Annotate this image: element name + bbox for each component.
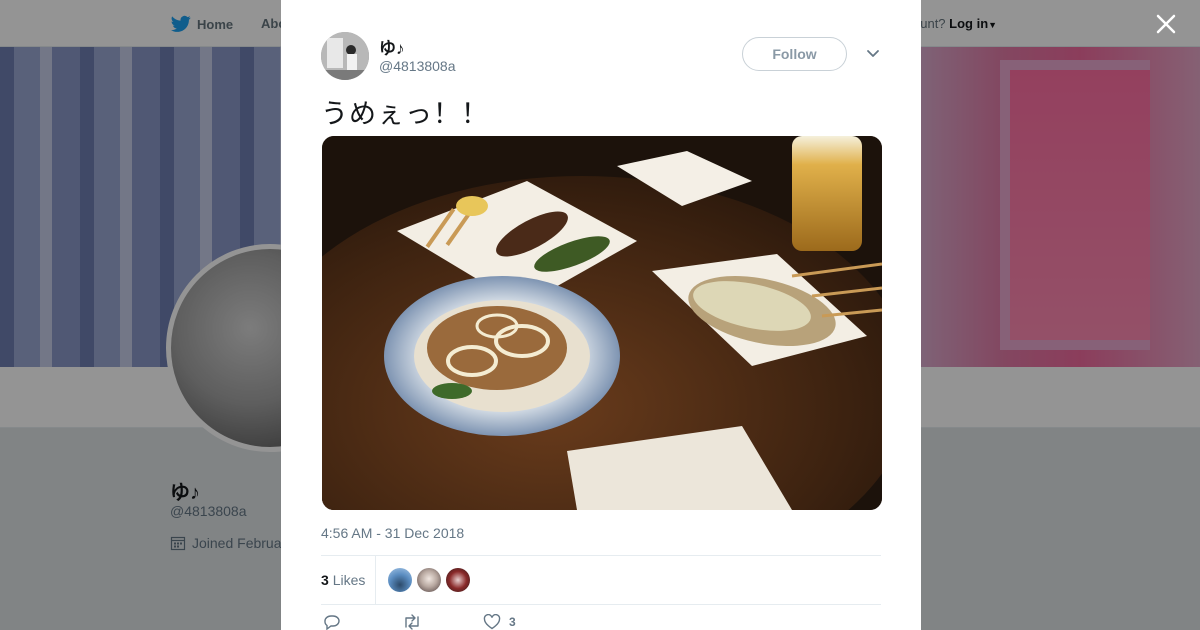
liker-avatar[interactable] [446,568,470,592]
tweet-text: うめぇっ！！ [321,99,489,129]
tweet-modal: ゆ♪ @4813808a Follow うめぇっ！！ 4:56 AM - 31 … [281,0,921,630]
likes-label: Likes [332,572,366,588]
author-handle[interactable]: @4813808a [379,58,456,74]
tweet-photo[interactable] [322,136,882,510]
food-photo-illustration [322,136,882,510]
tweet-timestamp[interactable]: 4:56 AM - 31 Dec 2018 [321,525,464,541]
retweet-icon [405,614,419,630]
tweet-stats: 3 Likes [321,555,881,605]
chevron-down-icon[interactable] [863,44,883,64]
like-action-count: 3 [509,615,516,629]
avatar-photo [321,32,369,80]
reply-icon [324,615,340,630]
like-action[interactable]: 3 [483,614,516,630]
tweet-actions: 3 [321,612,881,630]
liker-avatar[interactable] [417,568,441,592]
likes-count: 3 [321,572,329,588]
likes-stat[interactable]: 3 Likes [321,572,365,588]
heart-icon [483,614,501,630]
close-icon[interactable] [1152,10,1180,38]
follow-button[interactable]: Follow [742,37,847,71]
reply-action[interactable] [323,614,341,630]
author-name[interactable]: ゆ♪ [379,34,405,59]
stats-divider [375,556,376,604]
author-avatar[interactable] [321,32,369,80]
retweet-action[interactable] [402,614,422,630]
liker-avatar[interactable] [388,568,412,592]
